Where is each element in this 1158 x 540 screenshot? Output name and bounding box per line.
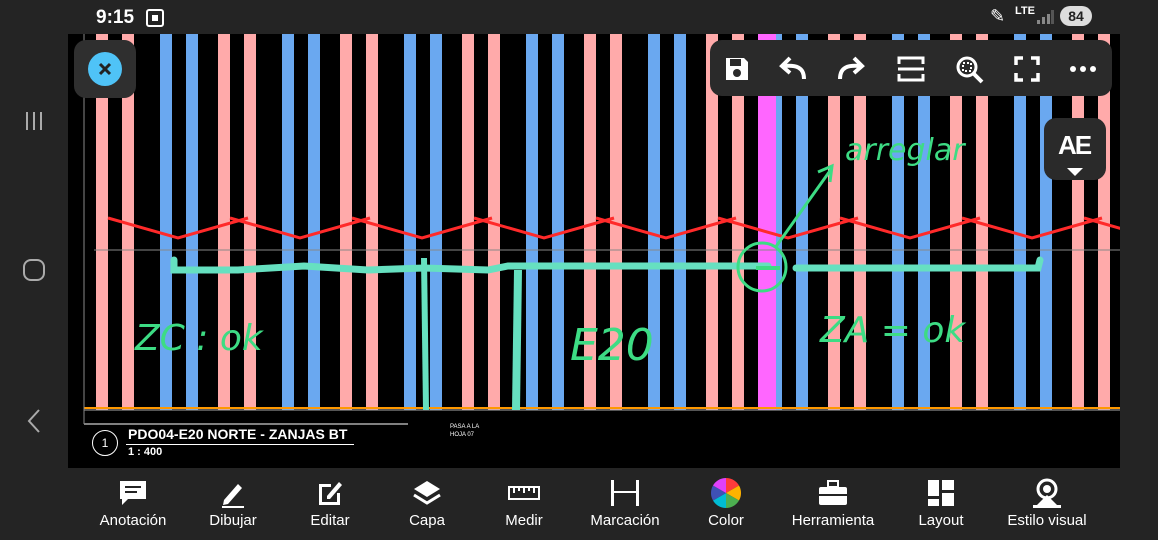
edit-button[interactable]: Editar (280, 478, 380, 529)
color-button[interactable]: Color (676, 478, 776, 529)
layout-button[interactable]: Layout (891, 478, 991, 529)
dropdown-arrow-icon (1067, 168, 1083, 176)
dimension-icon (575, 478, 675, 508)
redo-icon (838, 56, 865, 80)
fit-screen-icon (897, 56, 925, 82)
fullscreen-button[interactable] (1010, 52, 1044, 86)
save-icon (726, 58, 748, 80)
tools-button[interactable]: Herramienta (783, 478, 883, 529)
save-button[interactable] (720, 52, 754, 86)
close-button[interactable] (74, 40, 136, 98)
toolbox-icon (783, 478, 883, 508)
undo-icon (779, 56, 806, 80)
more-icon (1070, 66, 1096, 72)
draw-button[interactable]: Dibujar (183, 478, 283, 529)
color-wheel-icon (676, 478, 776, 508)
markup-circle (736, 241, 788, 293)
pencil-icon (183, 478, 283, 508)
zoom-button[interactable] (952, 52, 986, 86)
annotation-icon (83, 478, 183, 508)
zoom-icon (956, 56, 984, 84)
ruler-icon (474, 478, 574, 508)
note-za-ok: ZA = ok (819, 310, 967, 351)
dimension-button[interactable]: Marcación (575, 478, 675, 529)
annotation-button[interactable]: Anotación (83, 478, 183, 529)
layers-icon (377, 478, 477, 508)
measure-button[interactable]: Medir (474, 478, 574, 529)
close-icon (88, 52, 122, 86)
bottom-toolbar: Anotación Dibujar Editar Capa Medir Marc… (0, 468, 1158, 540)
edit-icon (280, 478, 380, 508)
note-arreglar: arreglar (845, 133, 966, 168)
note-zc-ok: ZC : ok (134, 318, 265, 359)
text-style-button[interactable]: AE (1044, 118, 1106, 180)
layout-icon (891, 478, 991, 508)
fullscreen-icon (1014, 56, 1040, 82)
text-style-icon: AE (1058, 130, 1092, 160)
undo-button[interactable] (776, 52, 810, 86)
markup-arrow (773, 167, 834, 249)
top-toolbar (710, 40, 1112, 96)
visual-style-button[interactable]: Estilo visual (997, 478, 1097, 529)
layers-button[interactable]: Capa (377, 478, 477, 529)
fit-screen-button[interactable] (894, 52, 928, 86)
visual-style-icon (997, 478, 1097, 508)
note-e20: E20 (570, 320, 654, 371)
redo-button[interactable] (834, 52, 868, 86)
more-button[interactable] (1066, 52, 1100, 86)
